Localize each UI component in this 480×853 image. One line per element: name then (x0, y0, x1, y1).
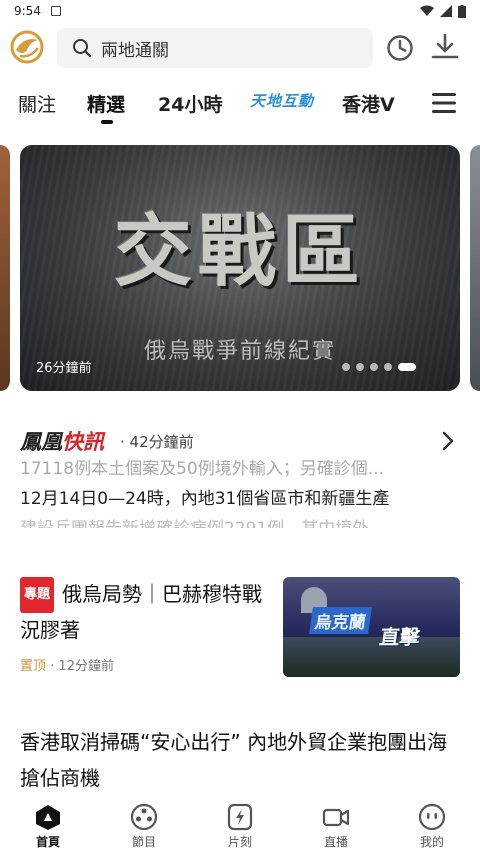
header: 兩地通關 (0, 22, 480, 76)
search-placeholder: 兩地通關 (101, 40, 169, 61)
flash-news-previous-line: 17118例本土個案及50例境外輸入；另確診個... (20, 460, 384, 476)
wifi-icon (420, 5, 434, 16)
flash-news-time: · 42分鐘前 (120, 433, 194, 451)
tab-featured[interactable]: 精選 (87, 90, 125, 117)
tab-interactive-logo[interactable]: 天地互動 (250, 90, 314, 111)
nav-live[interactable]: 直播 (288, 797, 384, 853)
thumbnail-skyline (283, 637, 460, 677)
chevron-right-icon[interactable] (440, 430, 456, 452)
flash-news-card[interactable]: 鳳凰快訊 · 42分鐘前 17118例本土個案及50例境外輸入；另確診個... … (20, 426, 460, 536)
next-slide-peek[interactable] (470, 145, 480, 391)
profile-face-icon (418, 803, 446, 831)
flash-news-brand: 鳳凰快訊 (20, 426, 104, 456)
article-title: 專題 俄烏局勢｜巴赫穆特戰況膠著 (20, 577, 265, 647)
bottom-navigation: 首頁 節目 片刻 直播 我的 (0, 797, 480, 853)
channel-tabs: 關注 精選 24小時 天地互動 香港V (0, 82, 480, 126)
nav-label: 我的 (419, 835, 444, 849)
nav-label: 直播 (323, 835, 348, 849)
carousel-slide[interactable]: 交戰區 俄烏戰爭前線紀實 26分鐘前 (20, 145, 460, 391)
pinned-label: 置顶 (20, 659, 47, 674)
article-time: · 12分鐘前 (50, 659, 114, 674)
tab-hong-kong-v[interactable]: 香港V (342, 90, 395, 117)
hamburger-icon[interactable] (432, 92, 456, 114)
search-bar[interactable]: 兩地通關 (57, 28, 373, 68)
nav-profile[interactable]: 我的 (384, 797, 480, 853)
thumbnail-label-live: 直擊 (378, 625, 422, 649)
flash-news-current-line: 12月14日0—24時，內地31個省區市和新疆生產 (20, 489, 390, 509)
battery-icon (458, 4, 466, 18)
search-icon (73, 39, 92, 58)
brand-red-text: 快訊 (62, 430, 104, 454)
carousel-dot[interactable] (356, 363, 364, 371)
topic-badge: 專題 (20, 577, 55, 613)
carousel-dot[interactable] (370, 363, 378, 371)
download-icon[interactable] (430, 32, 460, 62)
tab-24-hours[interactable]: 24小時 (158, 90, 222, 117)
nav-label: 片刻 (227, 835, 252, 849)
article-thumbnail[interactable]: 烏克蘭 直擊 (283, 577, 460, 677)
slide-time: 26分鐘前 (36, 361, 92, 376)
status-bar: 9:54 (0, 0, 480, 22)
video-camera-icon (322, 808, 350, 827)
status-time: 9:54 (14, 4, 41, 18)
clock-icon[interactable] (386, 34, 414, 62)
film-reel-icon (130, 803, 158, 831)
previous-slide-peek[interactable] (0, 145, 10, 391)
carousel-dot[interactable] (342, 363, 350, 371)
status-icons (420, 4, 466, 18)
active-tab-indicator (101, 120, 113, 124)
notification-icon (50, 6, 61, 16)
carousel-dot[interactable] (384, 363, 392, 371)
flash-news-next-line: 建設兵團報告新增確診病例2291例，其中境外... (20, 516, 460, 528)
lightning-icon (227, 803, 253, 831)
article-title-text: 俄烏局勢｜巴赫穆特戰況膠著 (20, 582, 263, 642)
brand-black-text: 鳳凰 (20, 430, 62, 454)
article-title-2[interactable]: 香港取消掃碼“安心出行” 內地外貿企業抱團出海搶佔商機 (20, 724, 464, 796)
signal-icon (440, 5, 452, 17)
thumbnail-label-ukraine: 烏克蘭 (309, 607, 372, 634)
carousel-dots (342, 363, 416, 371)
nav-label: 節目 (131, 835, 156, 849)
nav-moments[interactable]: 片刻 (192, 797, 288, 853)
tab-following[interactable]: 關注 (18, 90, 56, 117)
nav-home[interactable]: 首頁 (0, 797, 96, 853)
featured-carousel[interactable]: 交戰區 俄烏戰爭前線紀實 26分鐘前 (0, 145, 480, 391)
slide-title: 交戰區 (113, 206, 366, 297)
carousel-dot-active[interactable] (398, 363, 416, 371)
phoenix-logo-icon[interactable] (10, 30, 44, 64)
nav-label: 首頁 (35, 835, 60, 849)
nav-programs[interactable]: 節目 (96, 797, 192, 853)
article-meta: 置顶 · 12分鐘前 (20, 655, 114, 674)
home-icon (36, 805, 60, 830)
article-card[interactable]: 專題 俄烏局勢｜巴赫穆特戰況膠著 置顶 · 12分鐘前 烏克蘭 直擊 (20, 577, 460, 677)
